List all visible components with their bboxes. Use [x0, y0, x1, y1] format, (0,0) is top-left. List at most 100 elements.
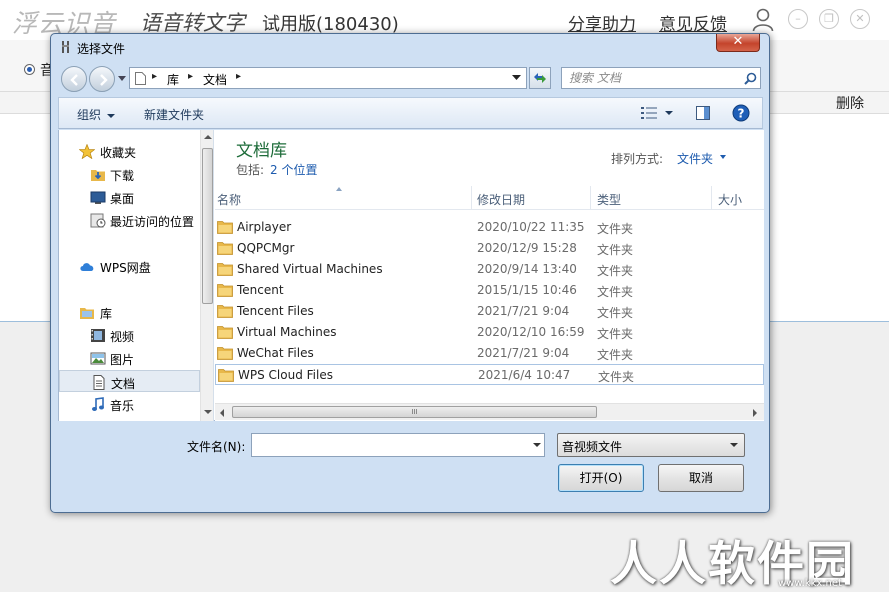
column-header-type[interactable]: 类型	[597, 191, 621, 208]
includes-locations-link[interactable]: 2 个位置	[270, 163, 317, 177]
breadcrumb-documents[interactable]: 文档	[203, 71, 227, 88]
share-link[interactable]: 分享助力	[568, 10, 636, 35]
folder-icon	[217, 263, 233, 276]
file-type: 文件夹	[597, 264, 634, 278]
nav-scroll-thumb[interactable]	[202, 148, 213, 304]
nav-item-label: 视频	[110, 330, 135, 344]
forward-button[interactable]	[89, 66, 115, 92]
arrange-by-dropdown-icon[interactable]	[720, 155, 726, 159]
file-type: 文件夹	[597, 285, 634, 299]
new-folder-button[interactable]: 新建文件夹	[144, 106, 204, 123]
file-row[interactable]: Tencent Files 2021/7/21 9:04 文件夹	[215, 301, 764, 322]
column-divider[interactable]	[590, 186, 591, 210]
nav-item-music[interactable]: 音乐	[59, 393, 200, 415]
nav-item-wps-cloud[interactable]: WPS网盘	[59, 255, 200, 277]
organize-menu[interactable]: 组织	[77, 106, 116, 123]
file-row[interactable]: WeChat Files 2021/7/21 9:04 文件夹	[215, 343, 764, 364]
file-row[interactable]: Shared Virtual Machines 2020/9/14 13:40 文件…	[215, 259, 764, 280]
file-row[interactable]: Tencent 2015/1/15 10:46 文件夹	[215, 280, 764, 301]
recent-places-icon	[90, 213, 106, 228]
scroll-right-arrow-icon[interactable]	[753, 409, 757, 417]
nav-item-videos[interactable]: 视频	[59, 324, 200, 346]
filename-label: 文件名(N):	[187, 440, 246, 454]
search-box[interactable]	[561, 67, 761, 89]
filename-combobox[interactable]	[251, 433, 545, 457]
dialog-close-button[interactable]: ✕	[716, 34, 760, 52]
open-button[interactable]: 打开(O)	[558, 464, 644, 492]
nav-scrollbar[interactable]	[200, 130, 213, 421]
nav-item-label: 下载	[110, 169, 135, 183]
filetype-select[interactable]: 音视频文件	[557, 433, 745, 457]
nav-item-label: 文档	[111, 377, 136, 391]
scroll-up-arrow-icon[interactable]	[204, 135, 212, 139]
nav-item-label: 桌面	[110, 192, 135, 206]
file-name: Shared Virtual Machines	[237, 262, 383, 276]
file-name: Tencent	[237, 283, 284, 297]
search-icon[interactable]	[744, 72, 757, 85]
command-bar: 组织 新建文件夹 ?	[58, 97, 763, 129]
column-header-size[interactable]: 大小	[718, 191, 742, 208]
arrow-left-icon	[70, 74, 78, 86]
file-type: 文件夹	[597, 306, 634, 320]
column-divider[interactable]	[471, 186, 472, 210]
file-name: Tencent Files	[237, 304, 314, 318]
chevron-down-icon[interactable]	[533, 443, 541, 447]
minimize-button[interactable]: –	[788, 9, 808, 29]
breadcrumb-separator[interactable]: ▸	[188, 71, 193, 82]
chevron-down-icon[interactable]	[512, 75, 521, 81]
recent-pages-dropdown-icon[interactable]	[118, 76, 126, 82]
scroll-left-arrow-icon[interactable]	[220, 409, 224, 417]
arrange-by-value[interactable]: 文件夹	[677, 150, 713, 167]
arrange-by-label: 排列方式:	[611, 152, 664, 166]
breadcrumb-separator[interactable]: ▸	[152, 71, 157, 82]
horizontal-scrollbar[interactable]: III	[215, 403, 764, 420]
nav-item-label: WPS网盘	[100, 261, 151, 275]
file-modified-date: 2020/9/14 13:40	[477, 262, 577, 276]
file-row[interactable]: Airplayer 2020/10/22 11:35 文件夹	[215, 217, 764, 238]
mode-radio[interactable]	[24, 64, 35, 75]
preview-pane-icon[interactable]	[695, 105, 711, 121]
search-input[interactable]	[562, 68, 737, 88]
close-app-button[interactable]: ✕	[850, 9, 870, 29]
file-modified-date: 2020/12/10 16:59	[477, 325, 585, 339]
scroll-down-arrow-icon[interactable]	[204, 410, 212, 414]
view-options-icon[interactable]	[640, 106, 658, 120]
breadcrumb-separator[interactable]: ▸	[236, 71, 241, 82]
nav-item-downloads[interactable]: 下载	[59, 163, 200, 185]
column-divider[interactable]	[711, 186, 712, 210]
nav-item-desktop[interactable]: 桌面	[59, 186, 200, 208]
feedback-link[interactable]: 意见反馈	[659, 10, 727, 35]
chevron-down-icon	[730, 443, 738, 447]
filename-input[interactable]	[252, 434, 522, 456]
file-type: 文件夹	[597, 348, 634, 362]
file-name: WPS Cloud Files	[238, 368, 333, 382]
folder-icon	[217, 221, 233, 234]
horizontal-scroll-thumb[interactable]: III	[232, 406, 597, 418]
view-dropdown-icon[interactable]	[665, 111, 673, 115]
file-row[interactable]: WPS Cloud Files 2021/6/4 10:47 文件夹	[215, 364, 764, 385]
restore-button[interactable]: ❐	[819, 9, 839, 29]
user-icon[interactable]	[752, 8, 774, 32]
dialog-body: 收藏夹 下载 桌面 最近访问的位置 WPS网盘 库 视频 图片 文档 音乐 文档…	[58, 130, 764, 421]
includes-label: 包括:	[236, 163, 265, 177]
breadcrumb-library[interactable]: 库	[167, 71, 179, 88]
address-bar[interactable]: ▸ 库 ▸ 文档 ▸	[129, 67, 527, 89]
folder-icon	[217, 326, 233, 339]
help-icon[interactable]: ?	[732, 104, 750, 122]
nav-item-favorites[interactable]: 收藏夹	[59, 140, 200, 162]
file-type: 文件夹	[597, 222, 634, 236]
file-row[interactable]: Virtual Machines 2020/12/10 16:59 文件夹	[215, 322, 764, 343]
nav-item-documents[interactable]: 文档	[59, 370, 200, 392]
cancel-button[interactable]: 取消	[658, 464, 744, 492]
column-header-name[interactable]: 名称	[217, 191, 241, 208]
nav-item-libraries[interactable]: 库	[59, 301, 200, 323]
nav-item-recent-places[interactable]: 最近访问的位置	[59, 209, 200, 231]
file-modified-date: 2020/12/9 15:28	[477, 241, 577, 255]
dialog-app-icon	[62, 41, 69, 53]
back-button[interactable]	[61, 66, 87, 92]
nav-item-pictures[interactable]: 图片	[59, 347, 200, 369]
file-row[interactable]: QQPCMgr 2020/12/9 15:28 文件夹	[215, 238, 764, 259]
refresh-button[interactable]	[529, 67, 551, 89]
column-header-date[interactable]: 修改日期	[477, 191, 525, 208]
svg-text:?: ?	[738, 107, 745, 121]
